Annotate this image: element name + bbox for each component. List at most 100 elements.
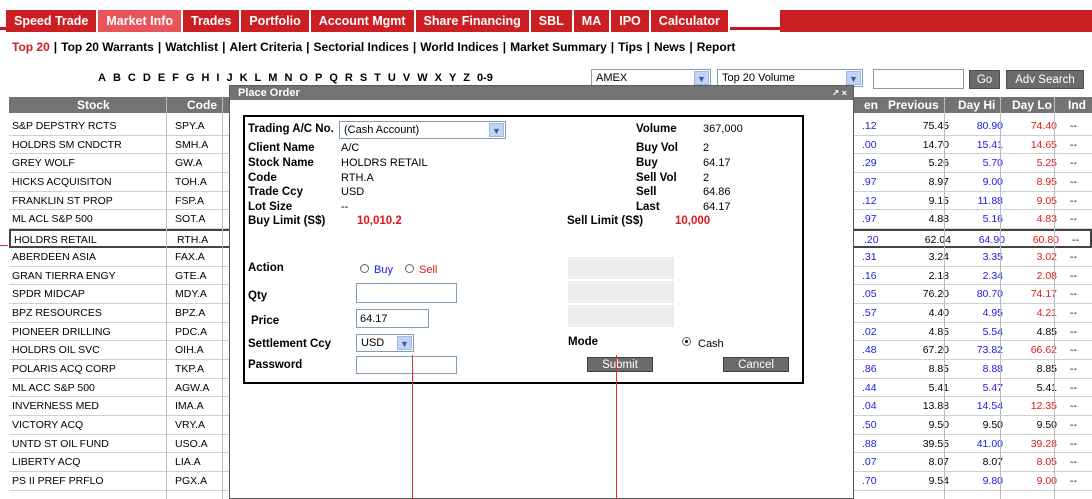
cancel-button[interactable]: Cancel <box>723 357 789 372</box>
tab-ipo[interactable]: IPO <box>611 10 651 32</box>
trade-ccy-value: USD <box>341 186 365 198</box>
letter-filter-c[interactable]: C <box>128 72 136 84</box>
go-button[interactable]: Go <box>969 70 1000 89</box>
tab-account-mgmt[interactable]: Account Mgmt <box>310 10 416 32</box>
chevron-down-icon: ▼ <box>694 71 709 85</box>
cell-code: PDC.A <box>175 325 208 338</box>
mode-cash-radio[interactable] <box>682 337 691 346</box>
volume-label: Volume <box>636 123 677 135</box>
col-open[interactable]: en <box>864 98 878 112</box>
col-ind[interactable]: Ind <box>1068 98 1086 112</box>
subnav-top-20-warrants[interactable]: Top 20 Warrants <box>61 40 154 54</box>
settlement-ccy-select[interactable]: USD ▼ <box>356 334 414 352</box>
col-day-hi[interactable]: Day Hi <box>958 98 995 112</box>
price-label: Price <box>251 315 280 327</box>
letter-filter-0-9[interactable]: 0-9 <box>477 72 493 84</box>
cell-previous: 67.20 <box>922 344 949 357</box>
cell-open: .12 <box>862 120 877 132</box>
cell-ind: -- <box>1070 475 1077 488</box>
cell-day-hi: 5.47 <box>982 381 1003 394</box>
price-input[interactable] <box>356 309 429 328</box>
letter-filter-k[interactable]: K <box>240 72 248 84</box>
cell-ind: -- <box>1070 362 1077 375</box>
subnav-market-summary[interactable]: Market Summary <box>510 40 607 54</box>
submit-button[interactable]: Submit <box>587 357 653 372</box>
password-input[interactable] <box>356 356 457 374</box>
column-divider <box>166 97 167 499</box>
letter-filter-v[interactable]: V <box>403 72 410 84</box>
letter-filter-n[interactable]: N <box>284 72 292 84</box>
mode-cash-label[interactable]: Cash <box>698 338 724 350</box>
chevron-down-icon: ▼ <box>846 71 861 85</box>
tab-portfolio[interactable]: Portfolio <box>241 10 311 32</box>
subnav-sectorial-indices[interactable]: Sectorial Indices <box>314 40 409 54</box>
stock-name-value: HOLDRS RETAIL <box>341 157 428 169</box>
tab-trades[interactable]: Trades <box>183 10 242 32</box>
letter-filter-o[interactable]: O <box>299 72 308 84</box>
letter-filter-e[interactable]: E <box>158 72 165 84</box>
letter-filter-f[interactable]: F <box>172 72 179 84</box>
letter-filter-b[interactable]: B <box>113 72 121 84</box>
subnav-world-indices[interactable]: World Indices <box>420 40 498 54</box>
cell-code: GTE.A <box>175 269 207 282</box>
dialog-controls-icon[interactable]: ↗ × <box>832 86 847 100</box>
subnav-watchlist[interactable]: Watchlist <box>165 40 218 54</box>
cell-previous: 5.26 <box>928 157 949 170</box>
cell-open: .04 <box>862 400 877 413</box>
subnav-news[interactable]: News <box>654 40 685 54</box>
cell-day-lo: 5.41 <box>1036 381 1057 394</box>
subnav-top-20[interactable]: Top 20 <box>12 40 50 54</box>
letter-filter-j[interactable]: J <box>226 72 232 84</box>
search-input[interactable] <box>873 69 964 89</box>
cell-open: .05 <box>862 288 877 301</box>
letter-filter-w[interactable]: W <box>417 72 427 84</box>
qty-input[interactable] <box>356 283 457 303</box>
letter-filter-a[interactable]: A <box>98 72 106 84</box>
letter-filter-i[interactable]: I <box>216 72 219 84</box>
letter-filter-m[interactable]: M <box>268 72 277 84</box>
tab-speed-trade[interactable]: Speed Trade <box>6 10 99 32</box>
cell-ind: -- <box>1070 437 1077 450</box>
nav-fill-bar <box>780 10 1092 32</box>
letter-filter-t[interactable]: T <box>374 72 381 84</box>
subnav-tips[interactable]: Tips <box>618 40 642 54</box>
tab-share-financing[interactable]: Share Financing <box>415 10 531 32</box>
letter-filter-l[interactable]: L <box>255 72 262 84</box>
col-day-lo[interactable]: Day Lo <box>1012 98 1052 112</box>
cell-day-lo: 9.00 <box>1036 475 1057 488</box>
letter-filter-p[interactable]: P <box>315 72 322 84</box>
letter-filter-x[interactable]: X <box>435 72 442 84</box>
subnav-report[interactable]: Report <box>697 40 736 54</box>
cell-ind: -- <box>1070 400 1077 413</box>
action-sell-label[interactable]: Sell <box>419 264 437 276</box>
letter-filter-u[interactable]: U <box>388 72 396 84</box>
letter-filter-d[interactable]: D <box>143 72 151 84</box>
tab-sbl[interactable]: SBL <box>530 10 574 32</box>
col-previous[interactable]: Previous <box>888 98 939 112</box>
tab-market-info[interactable]: Market Info <box>98 10 184 32</box>
cell-day-hi: 5.54 <box>982 325 1003 338</box>
letter-filter-y[interactable]: Y <box>449 72 456 84</box>
action-sell-radio[interactable] <box>405 264 414 273</box>
action-label: Action <box>248 262 284 274</box>
cell-stock: POLARIS ACQ CORP <box>12 362 116 375</box>
tab-calculator[interactable]: Calculator <box>650 10 730 32</box>
letter-filter-q[interactable]: Q <box>329 72 338 84</box>
action-buy-radio[interactable] <box>360 264 369 273</box>
letter-filter-r[interactable]: R <box>345 72 353 84</box>
subnav-alert-criteria[interactable]: Alert Criteria <box>229 40 302 54</box>
letter-filter-z[interactable]: Z <box>463 72 470 84</box>
col-code[interactable]: Code <box>187 98 217 112</box>
adv-search-button[interactable]: Adv Search <box>1006 70 1084 89</box>
cell-previous: 8.97 <box>928 176 949 189</box>
action-buy-label[interactable]: Buy <box>374 264 393 276</box>
col-stock[interactable]: Stock <box>77 98 110 112</box>
letter-filter-h[interactable]: H <box>201 72 209 84</box>
letter-filter-s[interactable]: S <box>360 72 367 84</box>
trading-ac-select[interactable]: (Cash Account) ▼ <box>339 121 506 139</box>
tab-ma[interactable]: MA <box>573 10 612 32</box>
dialog-title-bar[interactable]: Place Order ↗ × <box>230 86 853 100</box>
letter-filter-g[interactable]: G <box>186 72 195 84</box>
cell-day-hi: 64.90 <box>978 234 1005 247</box>
cell-open: .97 <box>862 213 877 226</box>
